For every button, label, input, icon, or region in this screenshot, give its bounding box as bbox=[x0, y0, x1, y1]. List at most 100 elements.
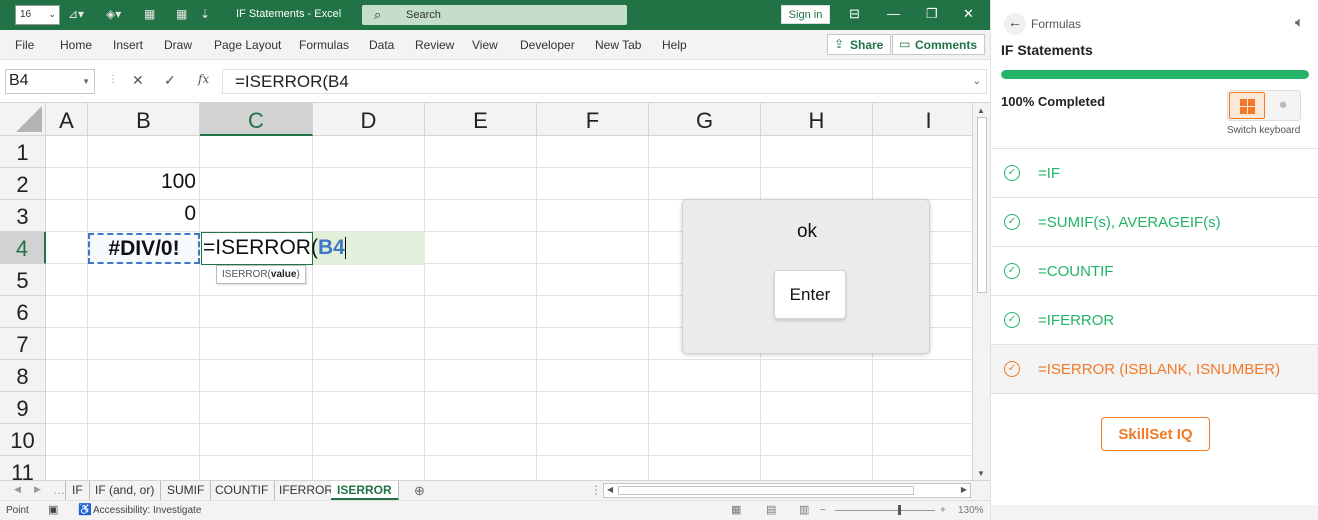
row-header-6[interactable]: 6 bbox=[0, 296, 46, 328]
horizontal-scrollbar[interactable]: ◀ ▶ bbox=[603, 483, 971, 498]
sheet-tab-iferror[interactable]: IFERROR bbox=[273, 481, 340, 500]
speaker-icon[interactable]: 🔈︎ bbox=[1295, 14, 1304, 31]
search-box[interactable]: ⌕ Search bbox=[362, 5, 627, 25]
enter-check-icon[interactable]: ✓ bbox=[164, 72, 176, 89]
column-header-f[interactable]: F bbox=[537, 103, 649, 136]
tab-insert[interactable]: Insert bbox=[113, 38, 143, 52]
more-sheets-dots[interactable]: … bbox=[53, 483, 65, 497]
column-header-a[interactable]: A bbox=[46, 103, 88, 136]
name-box[interactable]: B4 ▼ bbox=[5, 69, 95, 94]
tab-file[interactable]: File bbox=[15, 38, 34, 52]
column-header-d[interactable]: D bbox=[313, 103, 425, 136]
tab-formulas[interactable]: Formulas bbox=[299, 38, 349, 52]
column-header-i[interactable]: I bbox=[873, 103, 972, 136]
share-button[interactable]: ⇪ Share bbox=[827, 34, 892, 55]
borders-more-icon[interactable]: ▦ bbox=[176, 7, 187, 21]
cell-b4[interactable]: #DIV/0! bbox=[88, 233, 200, 264]
tab-home[interactable]: Home bbox=[60, 38, 92, 52]
tab-page-layout[interactable]: Page Layout bbox=[214, 38, 281, 52]
normal-view-icon[interactable]: ▦ bbox=[731, 503, 741, 516]
select-all-button[interactable] bbox=[0, 103, 46, 136]
borders-icon[interactable]: ▦ bbox=[144, 7, 155, 21]
tab-view[interactable]: View bbox=[472, 38, 498, 52]
sheet-tab-if-and-or[interactable]: IF (and, or) bbox=[89, 481, 162, 500]
tab-new-tab[interactable]: New Tab bbox=[595, 38, 641, 52]
lesson-item-active[interactable]: ✓ =ISERROR (ISBLANK, ISNUMBER) bbox=[991, 345, 1318, 394]
breadcrumb[interactable]: Formulas bbox=[1031, 17, 1081, 31]
lesson-item[interactable]: ✓ =IFERROR bbox=[991, 296, 1318, 345]
font-color-icon[interactable]: ⊿▾ bbox=[68, 7, 84, 21]
zoom-slider-thumb[interactable] bbox=[898, 505, 901, 515]
macro-record-icon[interactable]: ▣ bbox=[48, 503, 58, 516]
cell-b2[interactable]: 100 bbox=[88, 170, 196, 194]
zoom-out-icon[interactable]: − bbox=[820, 505, 826, 516]
keyboard-switch[interactable]: ● bbox=[1227, 90, 1301, 121]
enter-button[interactable]: Enter bbox=[774, 270, 846, 319]
row-header-8[interactable]: 8 bbox=[0, 360, 46, 392]
next-sheet-icon[interactable]: ▶ bbox=[34, 484, 41, 495]
sheet-tab-iserror[interactable]: ISERROR bbox=[331, 481, 399, 500]
customize-qat-icon[interactable]: ⇣ bbox=[200, 7, 210, 21]
insert-function-icon[interactable]: fx bbox=[198, 72, 209, 86]
row-header-5[interactable]: 5 bbox=[0, 264, 46, 296]
fill-color-icon[interactable]: ◈▾ bbox=[106, 7, 121, 21]
sheet-tab-if[interactable]: IF bbox=[65, 481, 90, 500]
comments-button[interactable]: ▭ Comments bbox=[892, 34, 986, 55]
hscrollbar-thumb[interactable] bbox=[618, 486, 914, 495]
tab-draw[interactable]: Draw bbox=[164, 38, 192, 52]
page-break-view-icon[interactable]: ▥ bbox=[799, 503, 809, 516]
formula-input[interactable]: =ISERROR(B4 ⌄ bbox=[222, 69, 987, 94]
cancel-icon[interactable]: ✕ bbox=[132, 72, 144, 89]
column-header-g[interactable]: G bbox=[649, 103, 761, 136]
back-arrow-icon[interactable]: ← bbox=[1004, 13, 1026, 35]
lesson-item[interactable]: ✓ =SUMIF(s), AVERAGEIF(s) bbox=[991, 198, 1318, 247]
ribbon-display-icon[interactable]: ⊟ bbox=[849, 6, 860, 22]
column-header-h[interactable]: H bbox=[761, 103, 873, 136]
row-header-3[interactable]: 3 bbox=[0, 200, 46, 232]
add-sheet-icon[interactable]: ⊕ bbox=[414, 483, 425, 499]
column-header-b[interactable]: B bbox=[88, 103, 200, 136]
scroll-left-icon[interactable]: ◀ bbox=[607, 485, 613, 494]
scrollbar-thumb[interactable] bbox=[977, 117, 987, 293]
lesson-item[interactable]: ✓ =COUNTIF bbox=[991, 247, 1318, 296]
column-header-e[interactable]: E bbox=[425, 103, 537, 136]
sign-in-button[interactable]: Sign in bbox=[781, 5, 830, 24]
row-header-4[interactable]: 4 bbox=[0, 232, 46, 264]
windows-icon[interactable] bbox=[1229, 92, 1265, 119]
vertical-scrollbar[interactable]: ▲ ▼ bbox=[972, 103, 990, 480]
expand-formula-icon[interactable]: ⌄ bbox=[973, 76, 981, 87]
font-size-box[interactable]: 16 ⌄ bbox=[15, 5, 60, 25]
row-header-1[interactable]: 1 bbox=[0, 136, 46, 168]
sheet-tab-sumif[interactable]: SUMIF bbox=[161, 481, 212, 500]
skillset-iq-button[interactable]: SkillSet IQ bbox=[1101, 417, 1210, 451]
accessibility-icon[interactable]: ♿ bbox=[78, 503, 92, 516]
close-icon[interactable]: ✕ bbox=[963, 6, 974, 22]
row-header-7[interactable]: 7 bbox=[0, 328, 46, 360]
accessibility-status[interactable]: Accessibility: Investigate bbox=[93, 505, 201, 516]
apple-icon[interactable]: ● bbox=[1266, 92, 1300, 119]
zoom-level[interactable]: 130% bbox=[958, 505, 984, 516]
prev-sheet-icon[interactable]: ◀ bbox=[14, 484, 21, 495]
function-tooltip[interactable]: ISERROR(value) bbox=[216, 265, 306, 284]
row-header-2[interactable]: 2 bbox=[0, 168, 46, 200]
zoom-in-icon[interactable]: + bbox=[940, 505, 946, 516]
scroll-up-icon[interactable]: ▲ bbox=[977, 106, 985, 115]
scroll-down-icon[interactable]: ▼ bbox=[977, 469, 985, 478]
column-header-c[interactable]: C bbox=[200, 103, 313, 136]
page-layout-view-icon[interactable]: ▤ bbox=[766, 503, 776, 516]
zoom-slider[interactable] bbox=[835, 510, 935, 511]
tab-review[interactable]: Review bbox=[415, 38, 454, 52]
sheet-tab-countif[interactable]: COUNTIF bbox=[209, 481, 276, 500]
restore-icon[interactable]: ❐ bbox=[926, 6, 938, 22]
tab-help[interactable]: Help bbox=[662, 38, 687, 52]
cell-b3[interactable]: 0 bbox=[88, 202, 196, 226]
tab-developer[interactable]: Developer bbox=[520, 38, 575, 52]
row-header-10[interactable]: 10 bbox=[0, 424, 46, 456]
row-header-9[interactable]: 9 bbox=[0, 392, 46, 424]
tab-data[interactable]: Data bbox=[369, 38, 394, 52]
lesson-item[interactable]: ✓ =IF bbox=[991, 149, 1318, 198]
minimize-icon[interactable]: — bbox=[887, 6, 900, 21]
row-header-11[interactable]: 11 bbox=[0, 456, 46, 480]
cell-c4[interactable]: =ISERROR(B4 bbox=[203, 236, 346, 260]
scroll-right-icon[interactable]: ▶ bbox=[961, 485, 967, 494]
